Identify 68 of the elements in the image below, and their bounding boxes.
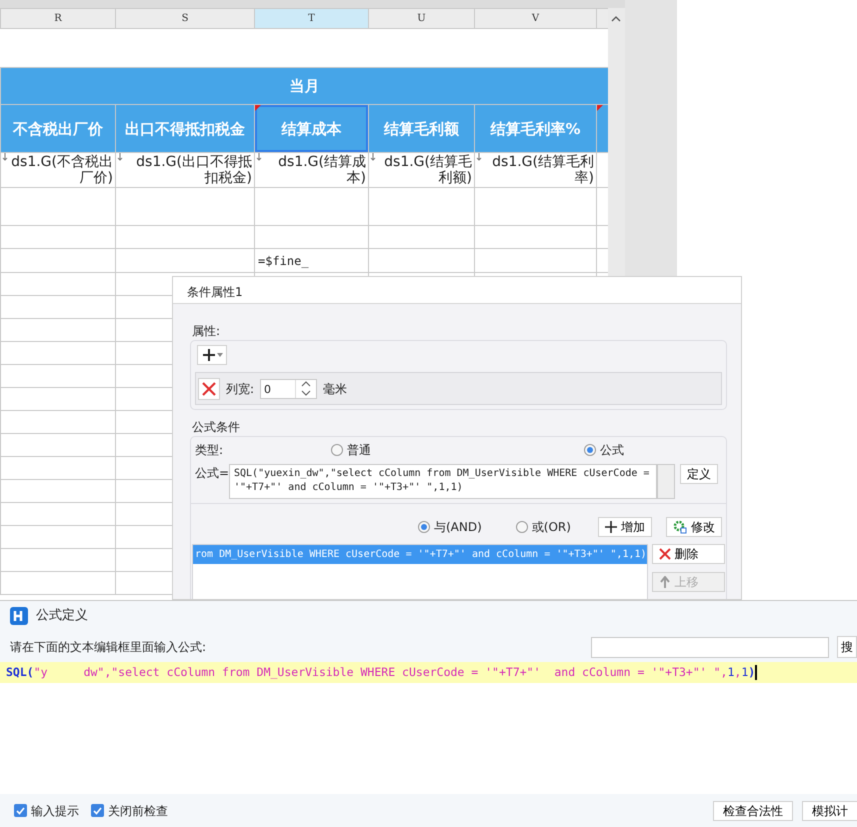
add-button[interactable]: 增加 — [598, 517, 652, 537]
edit-button[interactable]: 修改 — [666, 517, 722, 537]
checkmark-icon — [16, 806, 25, 814]
radio-option[interactable]: 或(OR) — [516, 518, 598, 536]
down-arrow-icon — [476, 154, 482, 161]
plus-icon — [202, 348, 216, 362]
formula-cell[interactable]: ds1.G(结算成本) — [254, 152, 368, 188]
text-cursor — [755, 665, 758, 680]
dialog-button[interactable]: 模拟计 — [802, 800, 857, 820]
radio-option[interactable]: 普通 — [331, 441, 584, 459]
checkmark-icon — [93, 806, 102, 814]
formula-field[interactable]: SQL("yuexin_dw","select cColumn from DM_UserVisible WHERE cUserCode = '"+T7+"' and cColumn = '"+T3+"' ",1,1) — [229, 464, 657, 499]
code-token: "y — [34, 664, 48, 681]
field-label: 类型: — [195, 442, 224, 459]
code-token: 1 — [727, 664, 734, 681]
field-label: 列宽: — [226, 380, 254, 398]
prompt-text: 请在下面的文本编辑框里面输入公式: — [10, 639, 208, 656]
checkbox[interactable] — [91, 804, 104, 817]
search-button[interactable]: 搜 — [837, 636, 857, 658]
down-arrow-icon — [117, 154, 123, 161]
add-dropdown-button[interactable] — [197, 345, 227, 365]
app-logo-icon — [10, 607, 28, 625]
down-arrow-icon — [256, 154, 262, 161]
formula-cell[interactable]: ds1.G(出口不得抵扣税金) — [116, 152, 254, 188]
unit-label: 毫米 — [323, 380, 348, 398]
formula-cell[interactable]: ds1.G(结算毛利额) — [368, 152, 474, 188]
define-button[interactable]: 定义 — [680, 464, 718, 484]
delete-button[interactable] — [198, 378, 220, 400]
checkbox-label: 输入提示 — [31, 802, 79, 820]
column-header[interactable]: U — [368, 8, 474, 28]
column-header[interactable]: S — [116, 8, 254, 28]
formula-cell[interactable]: ds1.G(不含税出厂价) — [0, 152, 116, 188]
dialog-title: 条件属性1 — [173, 277, 741, 304]
up-arrow-icon — [658, 576, 671, 588]
down-arrow-icon — [370, 154, 376, 161]
scroll-up-icon[interactable] — [611, 16, 621, 22]
close-icon — [202, 382, 216, 396]
checkbox[interactable] — [14, 804, 27, 817]
down-arrow-icon — [2, 154, 8, 161]
section-label: 公式条件 — [192, 419, 241, 436]
radio-option[interactable]: 与(AND) — [418, 518, 516, 536]
radio-option[interactable]: 公式 — [584, 441, 624, 459]
scrollbar[interactable] — [657, 464, 675, 499]
field-label: 公式= — [195, 465, 229, 482]
code-token: ) — [748, 664, 756, 681]
code-token: dw","select cColumn from DM_UserVisible WHERE cUserCode = '"+T7+"' and cColumn = '"+T3+"' " — [84, 664, 721, 681]
cell-formula[interactable]: =$fine_ — [254, 248, 368, 272]
caret-icon — [216, 353, 222, 357]
code-token: , — [720, 664, 728, 681]
delete-button[interactable]: 删除 — [652, 544, 725, 564]
width-spinner[interactable]: 0 — [260, 378, 318, 398]
dialog-button[interactable]: 检查合法性 — [713, 800, 793, 820]
dialog-title: 公式定义 — [36, 607, 88, 626]
column-header[interactable]: T — [254, 8, 368, 28]
scrollbar[interactable] — [608, 8, 625, 276]
close-icon — [658, 548, 671, 560]
checkbox-label: 关闭前检查 — [108, 802, 168, 820]
section-label: 属性: — [192, 323, 222, 340]
code-token: SQL( — [6, 664, 34, 681]
column-header[interactable]: R — [0, 8, 116, 28]
plus-icon — [605, 521, 617, 533]
code-token: 1 — [741, 664, 748, 681]
column-header[interactable]: V — [474, 8, 596, 28]
group-header: 当月 — [0, 68, 608, 104]
formula-cell[interactable]: ds1.G(结算毛利率) — [474, 152, 596, 188]
gear-icon — [673, 520, 687, 534]
code-token: , — [734, 664, 742, 681]
search-field[interactable] — [591, 636, 829, 658]
